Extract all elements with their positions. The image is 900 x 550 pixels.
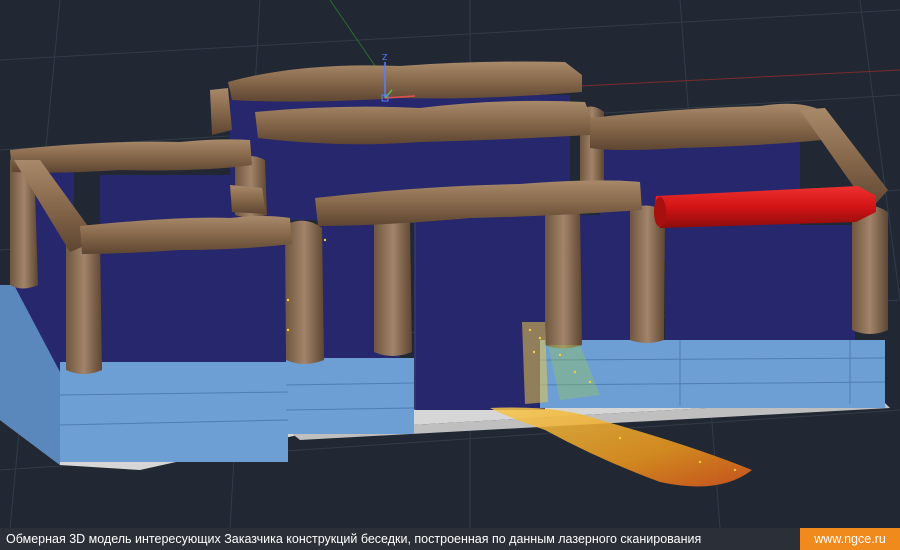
foundation-front-right [540, 340, 885, 408]
post-front-left [66, 235, 102, 374]
ucs-z-label: Z [382, 53, 388, 62]
foundation-front-left [60, 362, 288, 462]
wall-right-front [665, 225, 855, 340]
caption-text: Обмерная 3D модель интересующих Заказчик… [6, 532, 702, 546]
post-right-corner [852, 205, 888, 334]
cad-scene: Z [0, 0, 900, 528]
post-front-center [374, 215, 412, 356]
caption-bar: Обмерная 3D модель интересующих Заказчик… [0, 528, 900, 550]
point-cloud-vertical [522, 322, 548, 404]
foundation-front-mid [286, 358, 414, 434]
post-center-right [545, 205, 582, 349]
site-link[interactable]: www.ngce.ru [800, 528, 900, 550]
3d-viewport[interactable]: Z [0, 0, 900, 528]
log-upper-left-crossbeam [210, 88, 232, 135]
log-back-left-short [230, 185, 266, 214]
